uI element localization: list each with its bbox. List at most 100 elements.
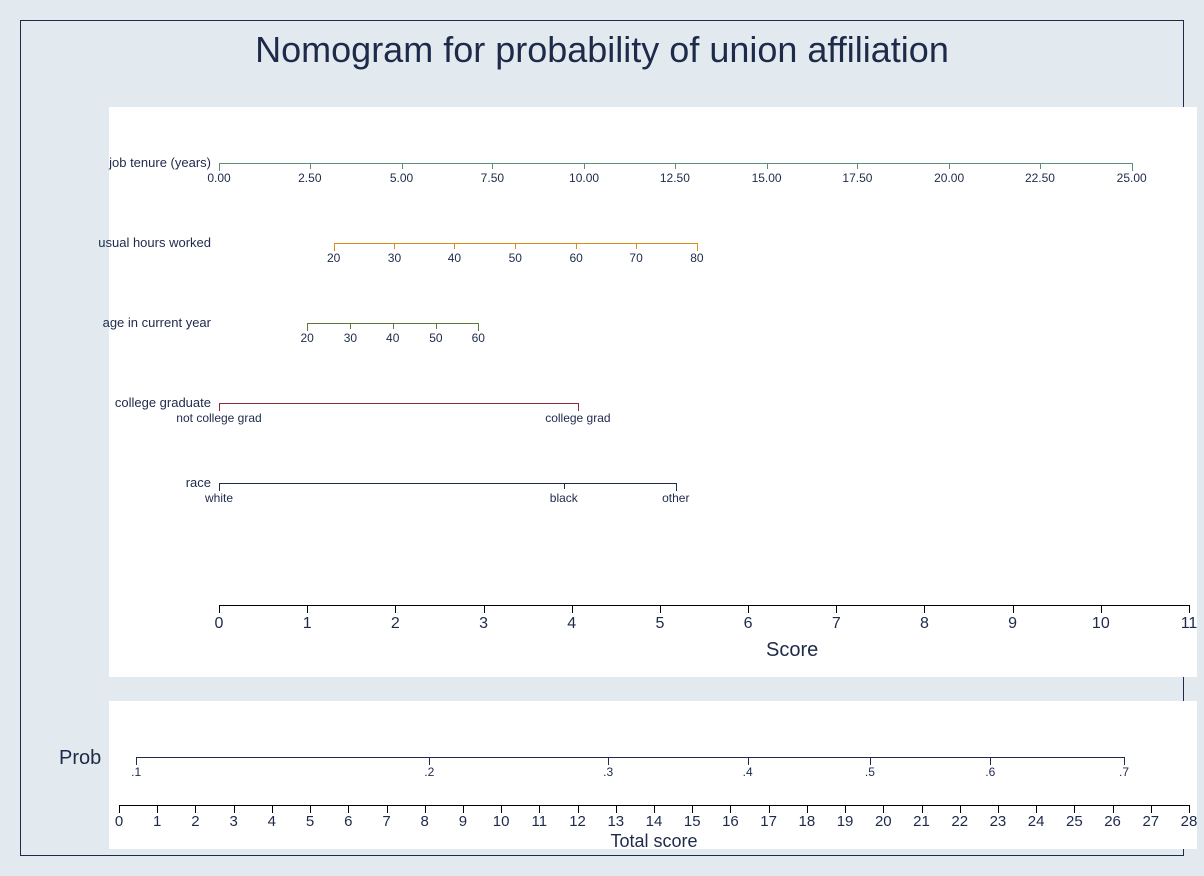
prob-tick-label: .1 xyxy=(131,765,141,779)
predictor-tick-label: 30 xyxy=(388,251,401,265)
predictor-tick xyxy=(478,323,479,329)
total-score-tick xyxy=(310,805,311,813)
score-tick xyxy=(219,605,220,613)
predictor-tick xyxy=(454,243,455,249)
predictor-tick-label: white xyxy=(205,491,233,505)
predictor-tick xyxy=(310,163,311,169)
total-score-panel: .1.2.3.4.5.6.701234567891011121314151617… xyxy=(109,701,1197,849)
total-score-axis-label: Total score xyxy=(610,831,697,852)
total-score-tick xyxy=(1189,805,1190,813)
predictor-tick-label: 22.50 xyxy=(1025,171,1055,185)
total-score-tick xyxy=(769,805,770,813)
prob-tick-label: .4 xyxy=(743,765,753,779)
total-score-tick xyxy=(578,805,579,813)
predictor-tick xyxy=(578,403,579,409)
prob-axis-label: Prob xyxy=(59,747,101,770)
predictor-tick-label: 7.50 xyxy=(481,171,504,185)
total-score-tick xyxy=(463,805,464,813)
prob-tick xyxy=(870,757,871,765)
total-score-tick xyxy=(616,805,617,813)
score-tick xyxy=(484,605,485,613)
predictor-name: usual hours worked xyxy=(11,235,219,250)
total-score-tick xyxy=(807,805,808,813)
predictor-tick-label: 15.00 xyxy=(752,171,782,185)
total-score-tick xyxy=(539,805,540,813)
total-score-tick xyxy=(845,805,846,813)
total-score-tick xyxy=(1151,805,1152,813)
predictor-tick-label: black xyxy=(550,491,578,505)
total-score-tick xyxy=(348,805,349,813)
predictor-panel: job tenure (years)0.002.505.007.5010.001… xyxy=(109,107,1197,677)
score-tick xyxy=(395,605,396,613)
total-score-tick-label: 28 xyxy=(1181,813,1198,830)
total-score-tick xyxy=(234,805,235,813)
predictor-tick xyxy=(1132,163,1133,169)
total-score-tick-label: 25 xyxy=(1066,813,1083,830)
total-score-tick-label: 12 xyxy=(569,813,586,830)
score-tick xyxy=(1189,605,1190,613)
predictor-tick xyxy=(350,323,351,329)
total-score-tick xyxy=(883,805,884,813)
predictor-tick-label: 20 xyxy=(300,331,313,345)
total-score-tick xyxy=(998,805,999,813)
prob-tick xyxy=(748,757,749,765)
total-score-tick-label: 6 xyxy=(344,813,352,830)
prob-tick xyxy=(429,757,430,765)
score-tick-label: 11 xyxy=(1181,615,1198,633)
total-score-tick-label: 19 xyxy=(837,813,854,830)
predictor-tick xyxy=(307,323,308,329)
predictor-tick xyxy=(515,243,516,249)
total-score-tick-label: 22 xyxy=(951,813,968,830)
predictor-tick xyxy=(636,243,637,249)
predictor-tick xyxy=(393,323,394,329)
predictor-tick xyxy=(697,243,698,249)
predictor-tick-label: 60 xyxy=(472,331,485,345)
score-tick-label: 10 xyxy=(1092,615,1110,633)
predictor-tick-label: 30 xyxy=(344,331,357,345)
prob-tick-label: .7 xyxy=(1119,765,1129,779)
total-score-tick-label: 14 xyxy=(646,813,663,830)
total-score-tick xyxy=(387,805,388,813)
total-score-tick-label: 3 xyxy=(229,813,237,830)
predictor-name: race xyxy=(11,475,219,490)
chart-frame: Nomogram for probability of union affili… xyxy=(20,20,1184,856)
predictor-tick-label: 20.00 xyxy=(934,171,964,185)
total-score-tick xyxy=(1074,805,1075,813)
score-tick xyxy=(1013,605,1014,613)
total-score-tick xyxy=(195,805,196,813)
total-score-tick-label: 13 xyxy=(607,813,624,830)
total-score-tick-label: 20 xyxy=(875,813,892,830)
total-score-tick xyxy=(501,805,502,813)
total-score-tick-label: 27 xyxy=(1142,813,1159,830)
total-score-tick-label: 10 xyxy=(493,813,510,830)
predictor-tick xyxy=(436,323,437,329)
total-score-tick-label: 26 xyxy=(1104,813,1121,830)
predictor-tick xyxy=(857,163,858,169)
predictor-tick xyxy=(564,483,565,489)
total-score-tick-label: 23 xyxy=(990,813,1007,830)
predictor-tick-label: other xyxy=(662,491,689,505)
prob-tick-label: .5 xyxy=(865,765,875,779)
total-score-tick-label: 18 xyxy=(799,813,816,830)
total-score-tick-label: 17 xyxy=(760,813,777,830)
predictor-tick-label: 40 xyxy=(448,251,461,265)
prob-tick xyxy=(990,757,991,765)
score-tick-label: 7 xyxy=(832,615,841,633)
predictor-tick-label: 80 xyxy=(690,251,703,265)
predictor-tick xyxy=(576,243,577,249)
predictor-name: college graduate xyxy=(11,395,219,410)
predictor-tick-label: 17.50 xyxy=(842,171,872,185)
predictor-tick-label: college grad xyxy=(545,411,610,425)
total-score-tick-label: 2 xyxy=(191,813,199,830)
score-tick-label: 9 xyxy=(1008,615,1017,633)
predictor-tick xyxy=(334,243,335,249)
prob-tick-label: .2 xyxy=(424,765,434,779)
score-axis-label: Score xyxy=(766,639,818,662)
score-tick xyxy=(572,605,573,613)
score-tick-label: 6 xyxy=(744,615,753,633)
predictor-tick xyxy=(394,243,395,249)
chart-title: Nomogram for probability of union affili… xyxy=(21,29,1183,71)
total-score-tick-label: 8 xyxy=(421,813,429,830)
predictor-tick xyxy=(219,403,220,409)
predictor-tick xyxy=(767,163,768,169)
